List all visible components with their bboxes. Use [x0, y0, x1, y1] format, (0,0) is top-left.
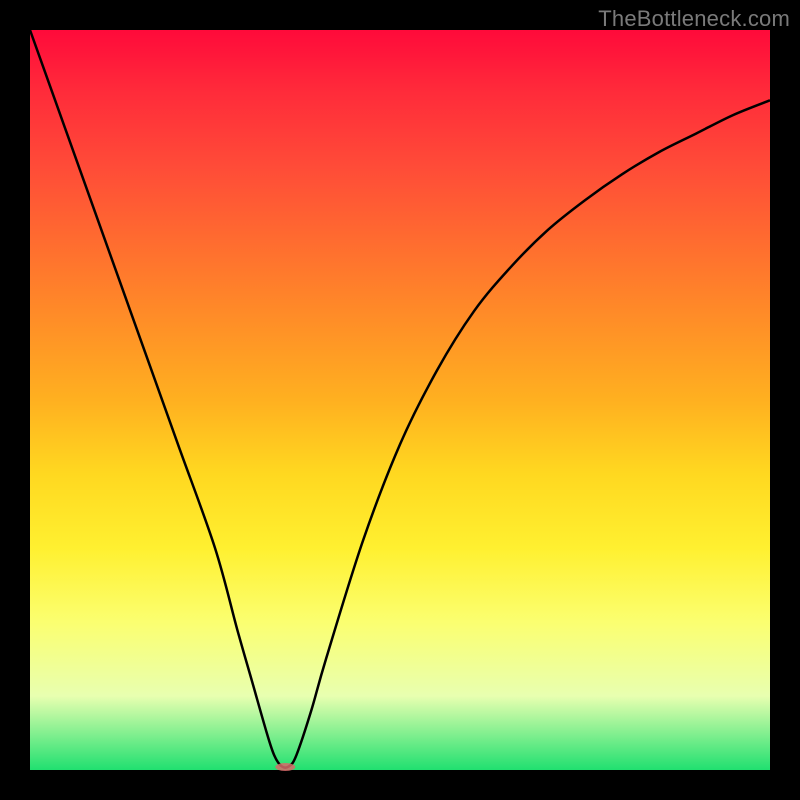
watermark-text: TheBottleneck.com: [598, 6, 790, 32]
chart-frame: TheBottleneck.com: [0, 0, 800, 800]
bottleneck-curve: [30, 30, 770, 770]
minimum-marker: [275, 763, 295, 771]
curve-line: [30, 30, 770, 768]
